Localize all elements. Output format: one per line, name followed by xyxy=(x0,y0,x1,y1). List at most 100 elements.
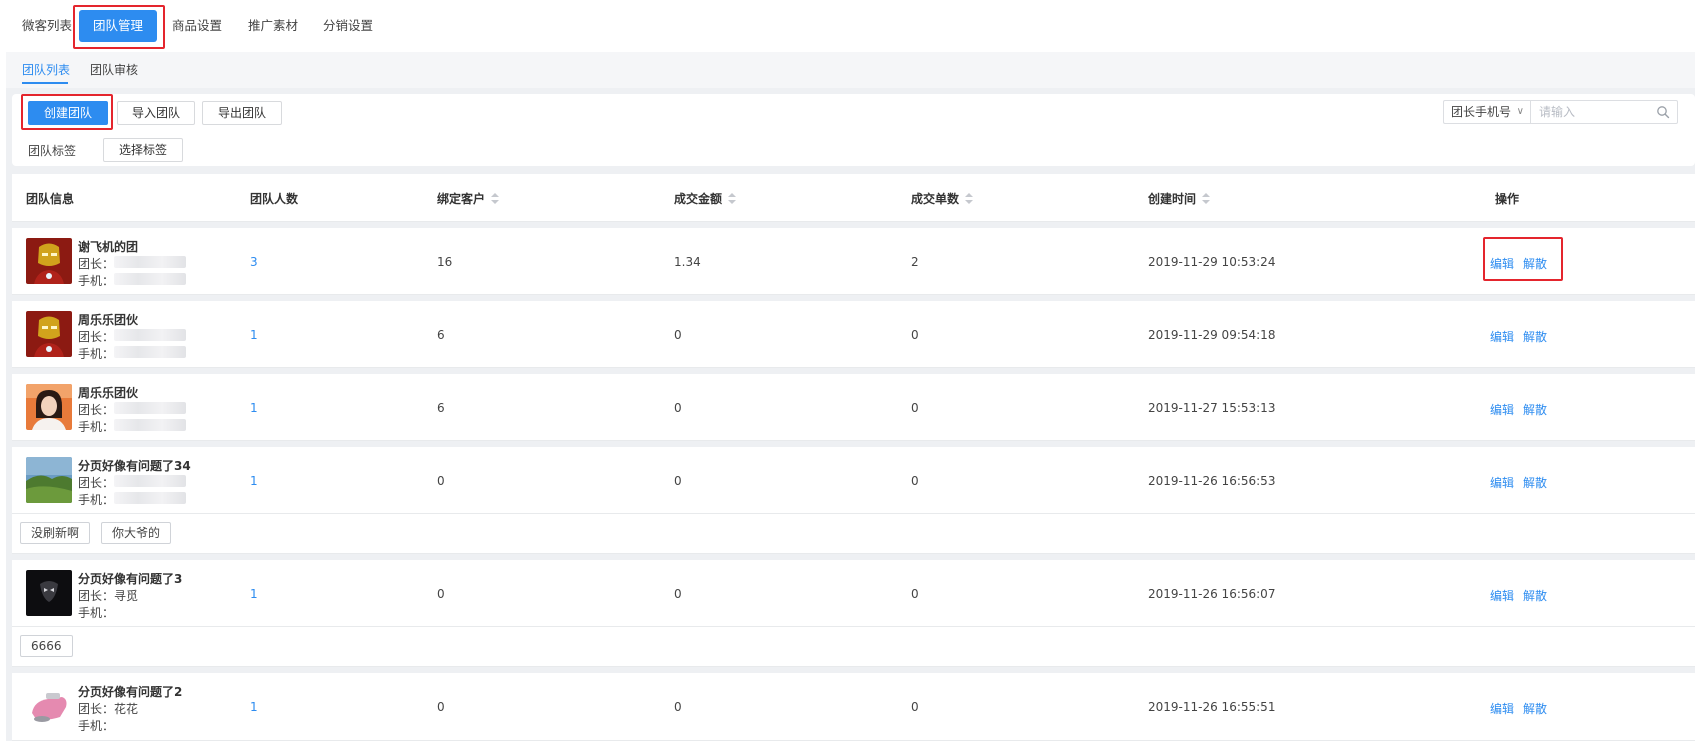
dark-avatar xyxy=(26,570,72,616)
table-row: 分页好像有问题了2 团长：花花 手机： 1 0 0 0 2019-11-26 1… xyxy=(12,673,1695,741)
table-row: 分页好像有问题了34 团长： 手机： 1 0 0 0 2019-11-26 16… xyxy=(12,447,1695,514)
team-leader: 团长： xyxy=(78,330,115,344)
deal-amount: 0 xyxy=(674,587,682,601)
team-name: 分页好像有问题了2 xyxy=(78,685,183,699)
table-header: 团队信息 团队人数 绑定客户 成交金额 成交单数 创建时间 操作 xyxy=(12,174,1695,222)
col-bound-customers-label: 绑定客户 xyxy=(437,192,486,206)
deal-amount: 0 xyxy=(674,328,682,342)
created-time: 2019-11-26 16:55:51 xyxy=(1148,700,1276,714)
edit-link[interactable]: 编辑 xyxy=(1490,589,1514,603)
created-time: 2019-11-27 15:53:13 xyxy=(1148,401,1276,415)
row-actions: 编辑 解散 xyxy=(1490,700,1556,717)
col-deal-orders-label: 成交单数 xyxy=(911,192,960,206)
deal-orders: 0 xyxy=(911,700,919,714)
sort-icon[interactable] xyxy=(1202,192,1211,205)
tab-team-review[interactable]: 团队审核 xyxy=(90,61,138,78)
deal-amount: 0 xyxy=(674,700,682,714)
blurred-phone xyxy=(114,273,186,285)
deal-orders: 0 xyxy=(911,401,919,415)
team-leader: 团长： xyxy=(78,257,115,271)
sort-icon[interactable] xyxy=(728,192,737,205)
dissolve-link[interactable]: 解散 xyxy=(1523,702,1547,716)
dissolve-link[interactable]: 解散 xyxy=(1523,589,1547,603)
chevron-down-icon: ∨ xyxy=(1516,106,1524,117)
search-field-select[interactable]: 团长手机号 ∨ xyxy=(1443,100,1530,124)
deal-amount: 1.34 xyxy=(674,255,701,269)
team-phone: 手机： xyxy=(78,606,115,620)
col-deal-amount-label: 成交金额 xyxy=(674,192,723,206)
search-icon[interactable] xyxy=(1655,104,1671,120)
created-time: 2019-11-26 16:56:53 xyxy=(1148,474,1276,488)
created-time: 2019-11-26 16:56:07 xyxy=(1148,587,1276,601)
member-count-link[interactable]: 3 xyxy=(250,255,258,269)
top-nav: 微客列表 团队管理 商品设置 推广素材 分销设置 xyxy=(0,0,1695,52)
created-time: 2019-11-29 10:53:24 xyxy=(1148,255,1276,269)
search-field-label: 团长手机号 xyxy=(1451,105,1512,119)
highlight-box-create xyxy=(21,94,113,130)
sort-icon[interactable] xyxy=(965,192,974,205)
edit-link[interactable]: 编辑 xyxy=(1490,476,1514,490)
col-created-time[interactable]: 创建时间 xyxy=(1148,190,1211,207)
col-team-info: 团队信息 xyxy=(26,192,75,206)
team-leader: 团长： xyxy=(78,403,115,417)
team-name: 分页好像有问题了3 xyxy=(78,572,183,586)
nav-item-distribution-settings[interactable]: 分销设置 xyxy=(323,16,373,36)
team-tag: 你大爷的 xyxy=(101,522,172,544)
deal-orders: 0 xyxy=(911,474,919,488)
tab-team-list[interactable]: 团队列表 xyxy=(22,61,70,78)
bound-customers: 6 xyxy=(437,401,445,415)
bound-customers: 0 xyxy=(437,587,445,601)
ironman-avatar xyxy=(26,311,72,357)
nav-item-promo-materials[interactable]: 推广素材 xyxy=(248,16,298,36)
team-phone: 手机： xyxy=(78,274,115,288)
bound-customers: 0 xyxy=(437,700,445,714)
member-count-link[interactable]: 1 xyxy=(250,587,258,601)
edit-link[interactable]: 编辑 xyxy=(1490,702,1514,716)
woman-avatar xyxy=(26,384,72,430)
team-leader: 团长：花花 xyxy=(78,702,139,716)
import-team-button[interactable]: 导入团队 xyxy=(117,101,195,125)
pink-device-avatar xyxy=(26,683,72,729)
dissolve-link[interactable]: 解散 xyxy=(1523,330,1547,344)
sub-tabs: 团队列表 团队审核 xyxy=(6,52,1695,88)
member-count-link[interactable]: 1 xyxy=(250,401,258,415)
member-count-link[interactable]: 1 xyxy=(250,474,258,488)
team-name: 分页好像有问题了34 xyxy=(78,459,191,473)
select-tag-button[interactable]: 选择标签 xyxy=(103,138,183,162)
created-time: 2019-11-29 09:54:18 xyxy=(1148,328,1276,342)
bound-customers: 0 xyxy=(437,474,445,488)
team-table: 团队信息 团队人数 绑定客户 成交金额 成交单数 创建时间 操作 谢飞机的团 团… xyxy=(12,174,1695,741)
team-tag-label: 团队标签 xyxy=(28,144,77,158)
blurred-phone xyxy=(114,346,186,358)
dissolve-link[interactable]: 解散 xyxy=(1523,403,1547,417)
nav-item-product-settings[interactable]: 商品设置 xyxy=(172,16,222,36)
edit-link[interactable]: 编辑 xyxy=(1490,403,1514,417)
blurred-phone xyxy=(114,492,186,504)
deal-amount: 0 xyxy=(674,401,682,415)
highlight-box-actions xyxy=(1483,237,1563,281)
col-bound-customers[interactable]: 绑定客户 xyxy=(437,190,500,207)
highlight-box-nav xyxy=(73,5,165,49)
row-actions: 编辑 解散 xyxy=(1490,587,1556,604)
dissolve-link[interactable]: 解散 xyxy=(1523,476,1547,490)
export-team-button[interactable]: 导出团队 xyxy=(202,101,282,125)
team-phone: 手机： xyxy=(78,493,115,507)
col-deal-orders[interactable]: 成交单数 xyxy=(911,190,974,207)
blurred-leader-name xyxy=(114,329,186,341)
table-row: 周乐乐团伙 团长： 手机： 1 6 0 0 2019-11-27 15:53:1… xyxy=(12,374,1695,441)
nav-item-weike-list[interactable]: 微客列表 xyxy=(22,16,72,36)
team-tag: 6666 xyxy=(20,635,73,657)
member-count-link[interactable]: 1 xyxy=(250,328,258,342)
table-row: 谢飞机的团 团长： 手机： 3 16 1.34 2 2019-11-29 10:… xyxy=(12,228,1695,295)
team-phone: 手机： xyxy=(78,420,115,434)
sort-icon[interactable] xyxy=(491,192,500,205)
col-deal-amount[interactable]: 成交金额 xyxy=(674,190,737,207)
edit-link[interactable]: 编辑 xyxy=(1490,330,1514,344)
bound-customers: 6 xyxy=(437,328,445,342)
blurred-phone xyxy=(114,419,186,431)
blurred-leader-name xyxy=(114,402,186,414)
row-actions: 编辑 解散 xyxy=(1490,328,1556,345)
col-actions: 操作 xyxy=(1495,192,1520,206)
member-count-link[interactable]: 1 xyxy=(250,700,258,714)
landscape-avatar xyxy=(26,457,72,503)
